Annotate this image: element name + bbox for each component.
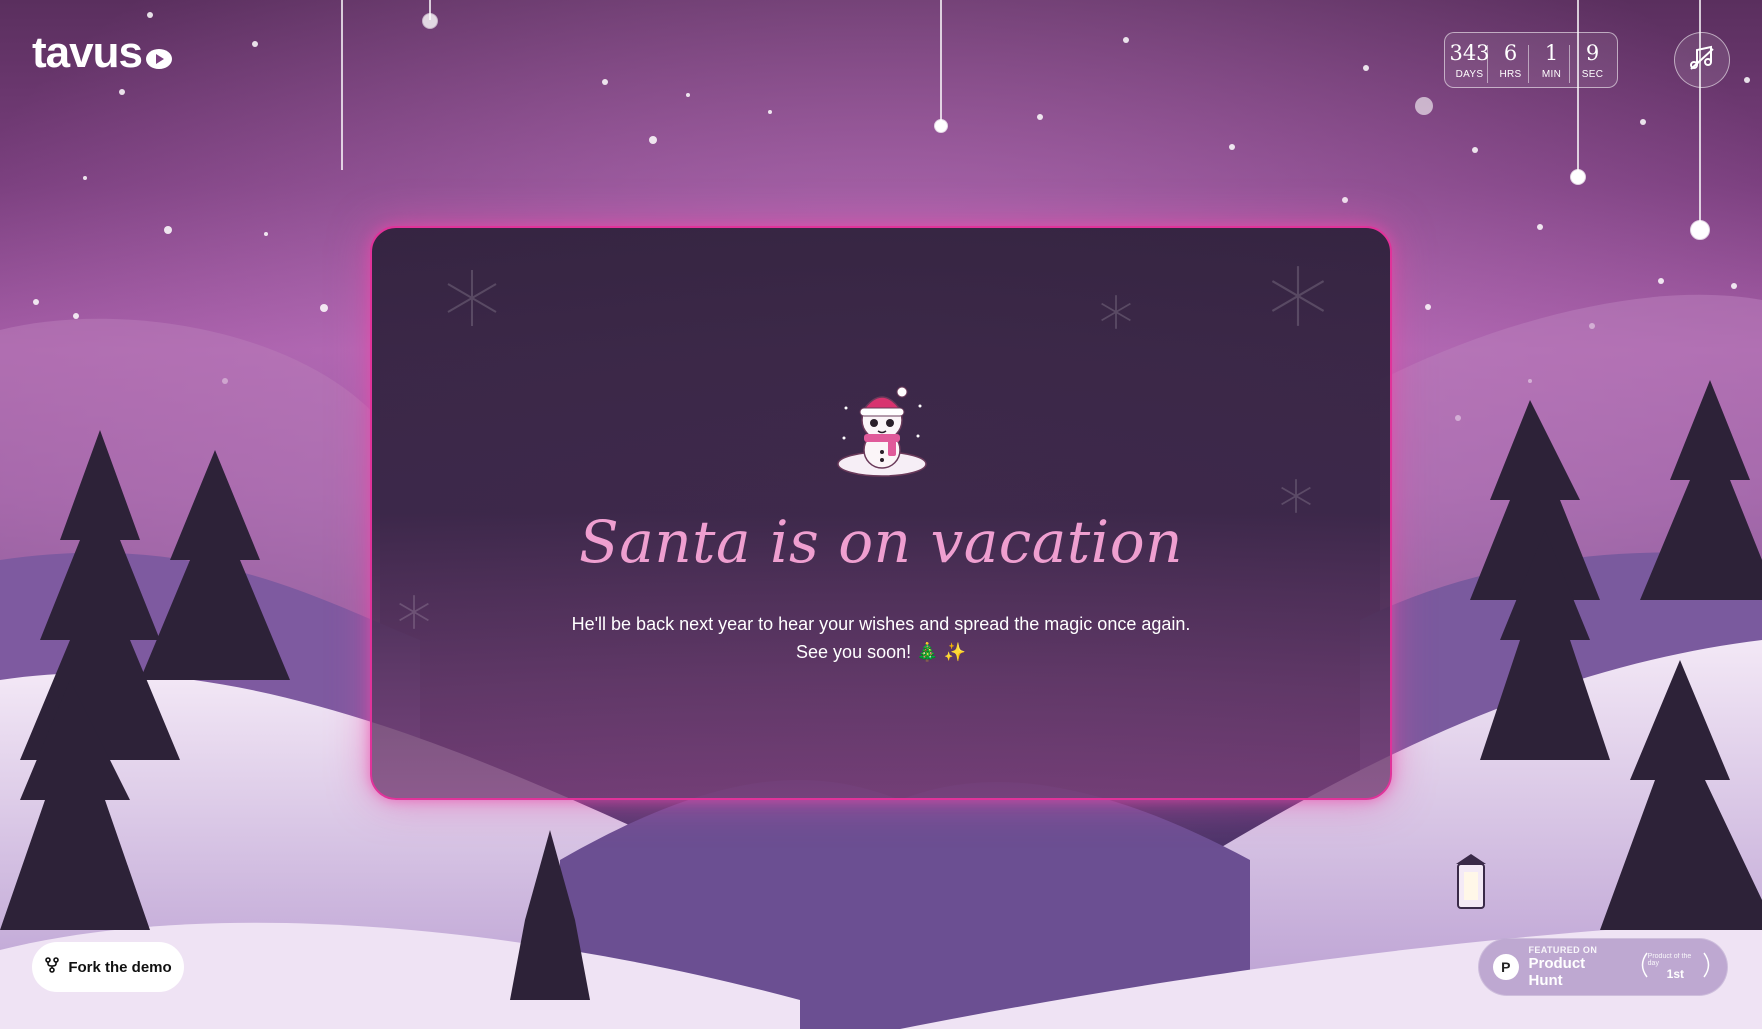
snowflake-icon xyxy=(1101,295,1131,329)
fork-demo-label: Fork the demo xyxy=(68,958,172,976)
product-hunt-text: FEATURED ON Product Hunt xyxy=(1529,945,1622,989)
snowman-icon xyxy=(832,378,932,483)
countdown-seconds: 9 SEC xyxy=(1568,40,1613,83)
product-hunt-logo-icon: P xyxy=(1493,954,1519,980)
product-hunt-badge[interactable]: P FEATURED ON Product Hunt Product of th… xyxy=(1478,938,1728,996)
product-hunt-featured: FEATURED ON xyxy=(1528,945,1598,955)
product-hunt-award-caption: Product of the day xyxy=(1647,953,1692,967)
countdown-days: 343 DAYS xyxy=(1449,40,1490,80)
countdown-value: 6 xyxy=(1503,40,1518,65)
snowflake-icon xyxy=(1271,266,1325,326)
card-message: He'll be back next year to hear your wis… xyxy=(372,610,1390,666)
product-hunt-name: Product Hunt xyxy=(1528,955,1586,989)
countdown-value: 9 xyxy=(1585,40,1600,65)
brand-name: tavus xyxy=(32,28,143,77)
countdown-hours: 6 HRS xyxy=(1486,40,1531,83)
snowflake-icon xyxy=(447,270,497,326)
music-note-icon xyxy=(1688,45,1716,76)
countdown-minutes: 1 MIN xyxy=(1527,40,1572,83)
countdown-label: SEC xyxy=(1581,68,1604,80)
countdown-timer: 343 DAYS 6 HRS 1 MIN 9 SEC xyxy=(1444,32,1618,88)
countdown-value: 1 xyxy=(1544,40,1559,65)
card-message-line: See you soon! 🎄 ✨ xyxy=(796,642,966,662)
fork-icon xyxy=(44,957,60,977)
card-message-line: He'll be back next year to hear your wis… xyxy=(571,614,1191,634)
product-hunt-award: Product of the day 1st xyxy=(1638,951,1713,984)
card-title: Santa is on vacation xyxy=(579,508,1183,576)
countdown-label: HRS xyxy=(1499,68,1522,80)
fork-demo-button[interactable]: Fork the demo xyxy=(32,942,184,992)
laurel-left-icon xyxy=(1638,951,1648,984)
music-toggle-button[interactable] xyxy=(1674,32,1730,88)
laurel-right-icon xyxy=(1703,951,1713,984)
product-hunt-award-rank: 1st xyxy=(1666,967,1684,981)
vacation-card: Santa is on vacation He'll be back next … xyxy=(370,226,1392,800)
countdown-label: DAYS xyxy=(1455,68,1484,80)
brand-logo[interactable]: tavus xyxy=(32,28,174,82)
brand-mark-icon xyxy=(144,32,174,82)
countdown-value: 343 xyxy=(1449,40,1490,65)
countdown-label: MIN xyxy=(1541,68,1562,80)
